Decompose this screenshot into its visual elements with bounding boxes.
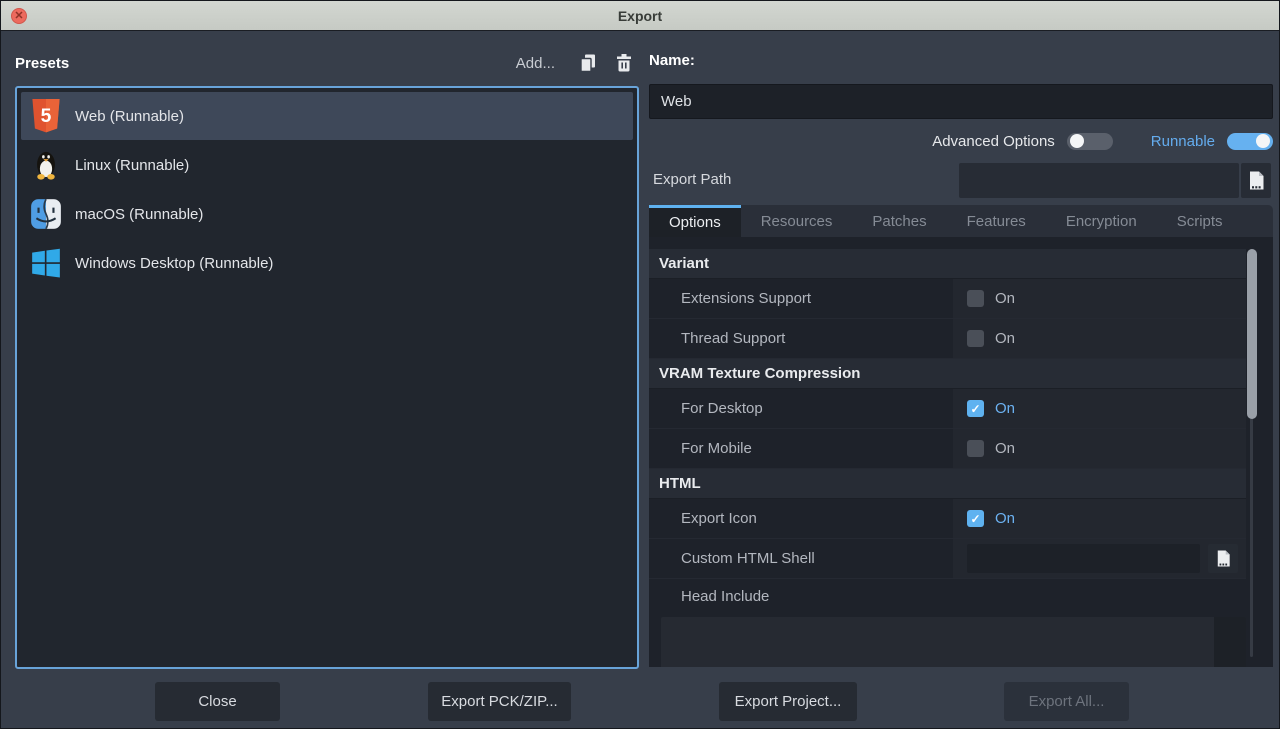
inspector-section-header: HTML <box>649 469 1246 499</box>
preset-list: 5 Web (Runnable) Linux (Runnable) macOS … <box>15 86 639 669</box>
add-preset-button[interactable]: Add... <box>516 55 555 72</box>
property-value-cell: On <box>953 279 1246 318</box>
property-label: Head Include <box>649 579 1246 613</box>
svg-text:5: 5 <box>41 106 52 127</box>
tab-encryption[interactable]: Encryption <box>1046 205 1157 237</box>
presets-title: Presets <box>15 55 516 72</box>
export-pck-zip-button[interactable]: Export PCK/ZIP... <box>428 682 571 721</box>
property-value-cell <box>953 539 1246 578</box>
export-path-row: Export Path <box>649 163 1273 199</box>
export-dialog: ✕ Export Presets Add... <box>0 0 1280 729</box>
inspector-property-row: For Mobile On <box>649 429 1246 469</box>
tabbar-filler <box>1243 205 1273 237</box>
name-input[interactable] <box>649 84 1273 119</box>
linux-icon <box>29 148 63 182</box>
property-value-cell: ✓ On <box>953 499 1246 538</box>
duplicate-preset-icon[interactable] <box>577 52 599 74</box>
property-label: For Desktop <box>649 389 953 428</box>
property-label: Thread Support <box>649 319 953 358</box>
macos-icon <box>29 197 63 231</box>
window-title: Export <box>618 8 662 24</box>
windows-icon <box>29 246 63 280</box>
checkbox-label: On <box>995 330 1015 347</box>
checkbox-label: On <box>995 400 1015 417</box>
delete-preset-icon[interactable] <box>613 52 635 74</box>
inspector-property-row: Custom HTML Shell <box>649 539 1246 579</box>
advanced-options-toggle[interactable] <box>1067 133 1113 150</box>
runnable-toggle[interactable] <box>1227 133 1273 150</box>
inspector-multiline-row: Head Include <box>649 579 1246 667</box>
preset-label: Linux (Runnable) <box>75 157 189 174</box>
checkbox[interactable] <box>967 330 984 347</box>
preset-item-linux-runnable[interactable]: Linux (Runnable) <box>21 141 633 189</box>
advanced-options-label: Advanced Options <box>932 133 1055 150</box>
runnable-label: Runnable <box>1151 133 1215 150</box>
checkbox[interactable]: ✓ <box>967 400 984 417</box>
dialog-body: Presets Add... 5 Web (Runnable) <box>1 32 1279 729</box>
property-value-cell: ✓ On <box>953 389 1246 428</box>
tab-scripts[interactable]: Scripts <box>1157 205 1243 237</box>
titlebar: ✕ Export <box>1 1 1279 31</box>
file-path-input[interactable] <box>967 544 1200 573</box>
property-label: For Mobile <box>649 429 953 468</box>
preset-label: Web (Runnable) <box>75 108 184 125</box>
property-value-cell: On <box>953 429 1246 468</box>
inspector-property-row: Thread Support On <box>649 319 1246 359</box>
toggle-knob <box>1070 134 1084 148</box>
close-window-icon[interactable]: ✕ <box>11 8 27 24</box>
tab-resources[interactable]: Resources <box>741 205 853 237</box>
tab-features[interactable]: Features <box>947 205 1046 237</box>
toggle-knob <box>1256 134 1270 148</box>
tabbar: OptionsResourcesPatchesFeaturesEncryptio… <box>649 205 1273 237</box>
export-path-label: Export Path <box>653 171 731 188</box>
export-all-button: Export All... <box>1004 682 1129 721</box>
tab-options[interactable]: Options <box>649 205 741 237</box>
export-path-input[interactable] <box>959 163 1239 198</box>
property-label: Extensions Support <box>649 279 953 318</box>
property-label: Export Icon <box>649 499 953 538</box>
preset-item-macos-runnable[interactable]: macOS (Runnable) <box>21 190 633 238</box>
browse-file-button[interactable] <box>1208 544 1238 573</box>
multiline-text-editor[interactable] <box>661 617 1246 667</box>
tab-patches[interactable]: Patches <box>852 205 946 237</box>
inspector-property-row: Extensions Support On <box>649 279 1246 319</box>
checkbox[interactable] <box>967 290 984 307</box>
options-inspector: Variant Extensions Support On Thread Sup… <box>649 237 1273 667</box>
close-button[interactable]: Close <box>155 682 280 721</box>
scrollbar-thumb[interactable] <box>1247 249 1257 419</box>
html5-icon: 5 <box>29 99 63 133</box>
preset-item-web-runnable[interactable]: 5 Web (Runnable) <box>21 92 633 140</box>
checkbox-label: On <box>995 440 1015 457</box>
property-label: Custom HTML Shell <box>649 539 953 578</box>
checkbox-label: On <box>995 290 1015 307</box>
name-label: Name: <box>649 52 695 69</box>
inspector-section-header: VRAM Texture Compression <box>649 359 1246 389</box>
property-value-cell: On <box>953 319 1246 358</box>
inspector-rows: Variant Extensions Support On Thread Sup… <box>649 249 1246 667</box>
inspector-property-row: For Desktop ✓ On <box>649 389 1246 429</box>
toggle-row: Advanced Options Runnable <box>649 129 1273 153</box>
export-path-browse-button[interactable] <box>1241 163 1271 198</box>
checkbox-label: On <box>995 510 1015 527</box>
preset-label: Windows Desktop (Runnable) <box>75 255 273 272</box>
preset-item-windows-desktop-runnable[interactable]: Windows Desktop (Runnable) <box>21 239 633 287</box>
preset-label: macOS (Runnable) <box>75 206 203 223</box>
inspector-section-header: Variant <box>649 249 1246 279</box>
checkbox[interactable] <box>967 440 984 457</box>
inspector-property-row: Export Icon ✓ On <box>649 499 1246 539</box>
checkbox[interactable]: ✓ <box>967 510 984 527</box>
presets-header: Presets Add... <box>15 50 639 76</box>
text-editor-gutter <box>1214 617 1246 667</box>
export-project-button[interactable]: Export Project... <box>719 682 857 721</box>
